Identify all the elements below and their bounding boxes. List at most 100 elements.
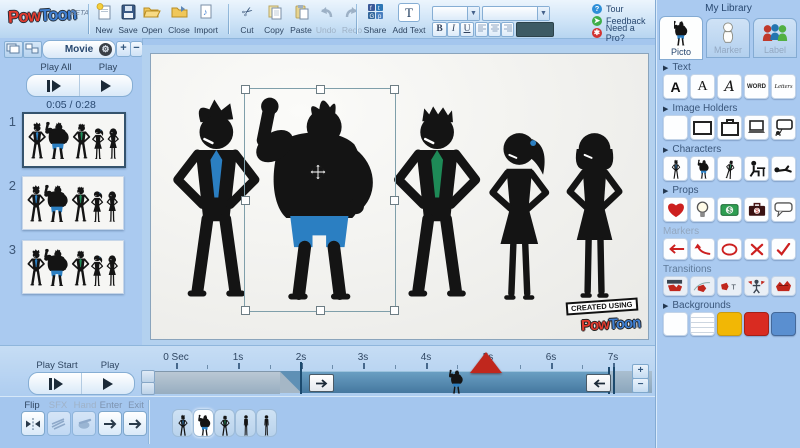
enter-effect-button[interactable] (98, 411, 122, 436)
timeline-zoom-in-button[interactable]: + (632, 364, 649, 379)
section-text[interactable]: ▶Text (656, 60, 800, 74)
holder-board-tile[interactable] (771, 115, 796, 140)
text-tile-3[interactable]: A (717, 74, 742, 99)
playhead-triangle[interactable] (470, 352, 502, 373)
open-button[interactable]: Open (137, 3, 167, 35)
tab-movie[interactable]: Movie ⚙ (42, 40, 116, 59)
section-markers[interactable]: Markers (656, 224, 800, 238)
background-white-tile[interactable] (663, 312, 688, 336)
track-scroll-down-button[interactable] (141, 382, 155, 395)
resize-handle-nw[interactable] (241, 85, 250, 94)
prop-heart-tile[interactable] (663, 197, 688, 222)
sfx-button[interactable] (47, 411, 71, 436)
enter-effect-handle[interactable] (309, 374, 334, 392)
section-props[interactable]: ▶Props (656, 183, 800, 197)
tab-picto[interactable]: Picto (659, 16, 703, 60)
timeline-zoom-out-button[interactable]: − (632, 378, 649, 393)
play-slide-button[interactable] (79, 75, 132, 96)
section-transitions[interactable]: Transitions (656, 262, 800, 276)
play-start-button[interactable] (29, 373, 81, 394)
holder-laptop-tile[interactable] (744, 115, 769, 140)
pose-option-1[interactable] (172, 409, 193, 437)
prop-speech-bubble-tile[interactable] (771, 197, 796, 222)
text-tile-2[interactable]: A (690, 74, 715, 99)
character-standing-tile[interactable] (663, 156, 688, 181)
font-family-select[interactable]: ▼ (432, 6, 480, 21)
section-characters[interactable]: ▶Characters (656, 142, 800, 156)
resize-handle-w[interactable] (241, 196, 250, 205)
tab-marker[interactable]: Marker (706, 18, 750, 58)
background-yellow-tile[interactable] (717, 312, 742, 336)
share-button[interactable]: f t G p Share (360, 3, 390, 35)
underline-button[interactable]: U (460, 22, 474, 37)
holder-tv-tile[interactable] (717, 115, 742, 140)
hand-button[interactable] (72, 411, 96, 436)
resize-handle-n[interactable] (316, 85, 325, 94)
prop-money-tile[interactable]: $ (717, 197, 742, 222)
exit-effect-handle[interactable] (586, 374, 611, 392)
holder-frame-tile[interactable] (690, 115, 715, 140)
character-lying-tile[interactable] (771, 156, 796, 181)
resize-handle-sw[interactable] (241, 306, 250, 315)
segment-start-marker[interactable] (300, 362, 302, 394)
section-backgrounds[interactable]: ▶Backgrounds (656, 298, 800, 312)
slide-view-icon[interactable] (4, 41, 23, 58)
text-tile-1[interactable]: A (663, 74, 688, 99)
section-image-holders[interactable]: ▶Image Holders (656, 101, 800, 115)
marker-curved-arrow-tile[interactable] (690, 238, 715, 260)
timeline-play-button[interactable] (81, 373, 134, 394)
background-red-tile[interactable] (744, 312, 769, 336)
marker-check-tile[interactable] (771, 238, 796, 260)
transition-tile-5[interactable] (771, 276, 796, 296)
bold-button[interactable]: B (432, 22, 447, 37)
pose-option-3[interactable] (214, 409, 235, 437)
text-tile-word[interactable]: WORD (744, 74, 769, 99)
text-tile-letters[interactable]: Letters (771, 74, 796, 99)
pose-option-2-selected[interactable] (193, 409, 214, 437)
font-color-swatch[interactable] (516, 22, 554, 37)
slide-sorter-icon[interactable] (23, 41, 42, 58)
background-lined-tile[interactable] (690, 312, 715, 336)
pose-option-4[interactable] (235, 409, 256, 437)
track-figure-marker[interactable] (444, 369, 466, 394)
flip-button[interactable] (21, 411, 45, 436)
slide-thumbnail-2[interactable] (22, 176, 124, 230)
prop-briefcase-tile[interactable]: $ (744, 197, 769, 222)
track-intro-segment[interactable] (155, 371, 280, 394)
exit-effect-button[interactable] (123, 411, 147, 436)
transition-tile-4[interactable] (744, 276, 769, 296)
pose-option-5[interactable] (256, 409, 277, 437)
resize-handle-ne[interactable] (390, 85, 399, 94)
background-blue-tile[interactable] (771, 312, 796, 336)
character-flex-tile[interactable] (690, 156, 715, 181)
transition-tile-3[interactable]: T (717, 276, 742, 296)
import-button[interactable]: ♪ Import (189, 3, 223, 35)
play-all-button[interactable] (27, 75, 79, 96)
character-lean-tile[interactable] (717, 156, 742, 181)
tour-link[interactable]: ? Tour (592, 3, 624, 14)
holder-blank-tile[interactable] (663, 115, 688, 140)
marker-circle-tile[interactable] (717, 238, 742, 260)
prop-bulb-tile[interactable] (690, 197, 715, 222)
italic-button[interactable]: I (447, 22, 460, 37)
slide-thumbnail-3[interactable] (22, 240, 124, 294)
font-size-select[interactable]: ▼ (482, 6, 550, 21)
tab-label[interactable]: Label (753, 18, 797, 58)
add-text-button[interactable]: T Add Text (390, 3, 428, 35)
selection-box[interactable] (244, 88, 396, 312)
cut-button[interactable]: ✂ Cut (232, 3, 262, 35)
transition-tile-1[interactable] (663, 276, 688, 296)
character-sitting-tile[interactable] (744, 156, 769, 181)
align-right-button[interactable] (501, 22, 514, 37)
align-center-button[interactable] (488, 22, 501, 37)
gear-icon[interactable]: ⚙ (99, 43, 112, 56)
slide-thumbnail-1[interactable] (22, 112, 126, 168)
align-left-button[interactable] (475, 22, 488, 37)
stage-canvas[interactable]: CREATED USING PowToon (150, 53, 649, 340)
add-slide-button[interactable]: + (116, 41, 131, 57)
marker-x-tile[interactable] (744, 238, 769, 260)
need-a-pro-link[interactable]: ✱ Need a Pro? (592, 27, 655, 38)
marker-arrow-tile[interactable] (663, 238, 688, 260)
transition-tile-2[interactable] (690, 276, 715, 296)
copy-button[interactable]: Copy (259, 3, 289, 35)
